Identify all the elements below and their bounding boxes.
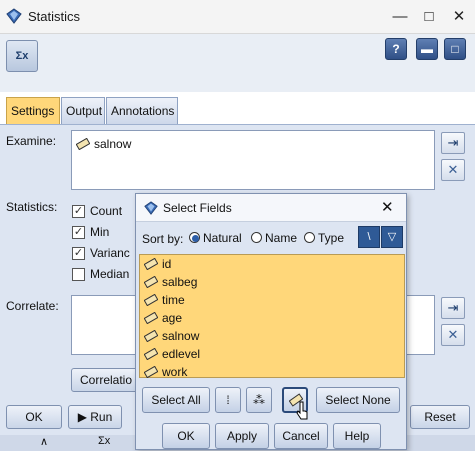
field-item-edlevel[interactable]: edlevel [140, 345, 402, 363]
diamond-app-icon [6, 8, 22, 24]
pick-correlate-fields-icon[interactable]: ⇥ [441, 297, 465, 319]
diamond-dialog-icon [144, 201, 158, 215]
tab-output[interactable]: Output [61, 97, 105, 124]
minimize-button[interactable]: — [387, 5, 413, 29]
ruler-field-icon [144, 330, 158, 342]
field-item-time[interactable]: time [140, 291, 402, 309]
ruler-field-icon [144, 312, 158, 324]
count-label: Count [90, 204, 123, 218]
tab-settings[interactable]: Settings [6, 97, 60, 124]
median-label: Median [90, 267, 130, 281]
ruler-field-icon [76, 138, 90, 150]
statistics-label: Statistics: [6, 200, 58, 214]
title-bar: Statistics — □ ✕ [0, 0, 475, 34]
minimize-panel-icon[interactable]: ▬ [416, 38, 438, 60]
sort-type-label: Type [318, 231, 345, 245]
ruler-field-icon [144, 258, 158, 270]
set-filter-icon[interactable]: ⁂ [246, 387, 272, 413]
examine-field-list[interactable]: salnow [71, 130, 435, 190]
remove-correlate-field-icon[interactable]: ✕ [441, 324, 465, 346]
select-all-button[interactable]: Select All [142, 387, 210, 413]
sort-name-label: Name [265, 231, 298, 245]
help-button[interactable]: Help [333, 423, 381, 449]
tab-annotations[interactable]: Annotations [106, 97, 178, 124]
nominal-filter-icon[interactable]: ⁞ [215, 387, 241, 413]
sort-natural-label: Natural [203, 231, 242, 245]
run-button[interactable]: ▶ Run [68, 405, 122, 429]
field-item-id[interactable]: id [140, 255, 402, 273]
toolbar: Σx ? ▬ □ [0, 34, 475, 92]
sigma-generate-icon[interactable]: Σx [6, 40, 38, 72]
sort-by-label: Sort by: [142, 232, 184, 246]
field-item-salnow[interactable]: salnow [140, 327, 402, 345]
dialog-close-icon[interactable]: ✕ [381, 198, 394, 216]
min-label: Min [90, 225, 110, 239]
apply-button[interactable]: Apply [215, 423, 269, 449]
dialog-title: Select Fields [163, 201, 232, 215]
ok-button[interactable]: OK [6, 405, 62, 429]
correlations-button[interactable]: Correlatio [71, 368, 141, 392]
mouse-cursor-icon [296, 401, 308, 420]
sort-descending-icon[interactable]: ▽ [381, 226, 403, 248]
cancel-button[interactable]: Cancel [274, 423, 328, 449]
tab-bar: Settings Output Annotations [0, 94, 475, 124]
ruler-field-icon [144, 348, 158, 360]
fields-list[interactable]: id salbeg time age salnow edlevel work [139, 254, 405, 381]
variance-checkbox[interactable]: ✓ [72, 247, 85, 260]
median-checkbox[interactable] [72, 268, 85, 281]
field-item-salbeg[interactable]: salbeg [140, 273, 402, 291]
sort-type-radio[interactable] [304, 232, 315, 243]
count-checkbox[interactable]: ✓ [72, 205, 85, 218]
ruler-field-icon [144, 276, 158, 288]
dialog-title-bar: Select Fields ✕ [136, 194, 406, 222]
remove-field-icon[interactable]: ✕ [441, 159, 465, 181]
close-window-button[interactable]: ✕ [446, 5, 472, 29]
sort-ascending-icon[interactable]: \ [358, 226, 380, 248]
dialog-ok-button[interactable]: OK [162, 423, 210, 449]
pick-fields-icon[interactable]: ⇥ [441, 132, 465, 154]
maximize-button[interactable]: □ [416, 5, 442, 29]
select-fields-dialog: Select Fields ✕ Sort by: Natural Name Ty… [135, 193, 407, 450]
maximize-panel-icon[interactable]: □ [444, 38, 466, 60]
variance-label: Varianc [90, 246, 130, 260]
sigma-node-icon: Σx [98, 435, 111, 447]
select-none-button[interactable]: Select None [316, 387, 400, 413]
sort-natural-radio[interactable] [189, 232, 200, 243]
sort-name-radio[interactable] [251, 232, 262, 243]
play-icon: ▶ [77, 410, 91, 424]
field-item-age[interactable]: age [140, 309, 402, 327]
examine-field-item: salnow [94, 137, 132, 151]
reset-button[interactable]: Reset [410, 405, 470, 429]
correlate-label: Correlate: [6, 299, 59, 313]
help-icon[interactable]: ? [385, 38, 407, 60]
wave-icon: ∧ [40, 436, 49, 448]
ruler-field-icon [144, 294, 158, 306]
examine-label: Examine: [6, 134, 57, 148]
window-title: Statistics [28, 9, 81, 24]
ruler-field-icon [144, 366, 158, 378]
field-item-work[interactable]: work [140, 363, 402, 381]
min-checkbox[interactable]: ✓ [72, 226, 85, 239]
